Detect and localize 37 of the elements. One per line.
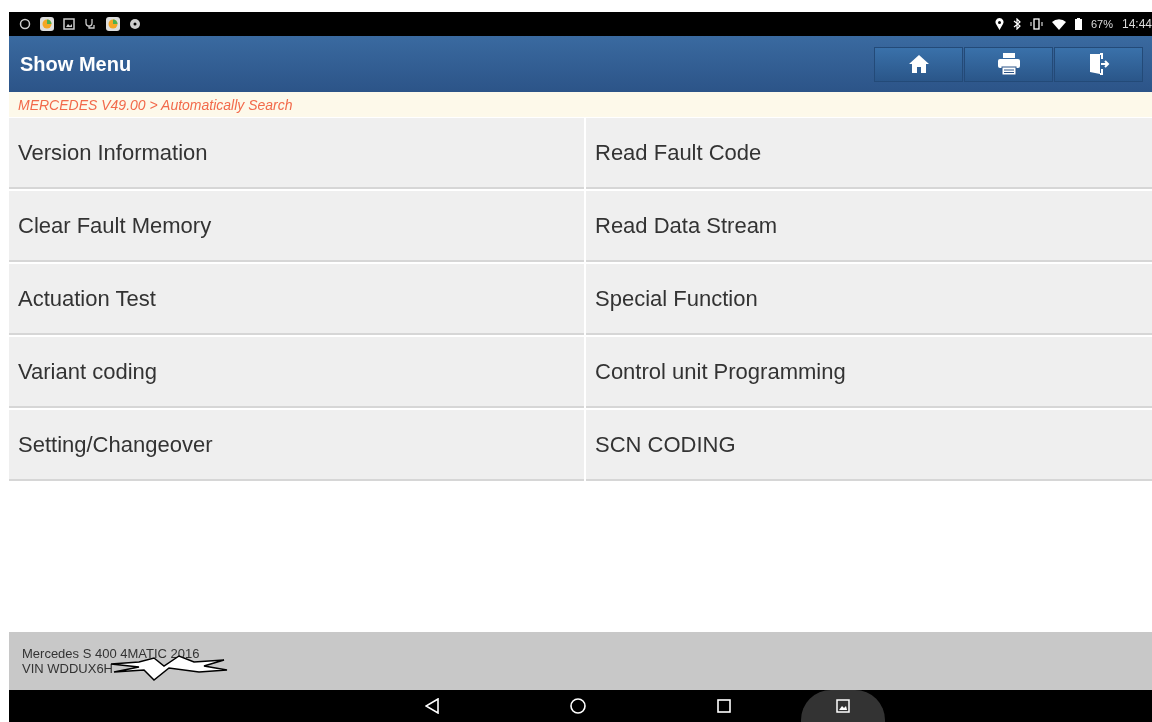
page-title: Show Menu xyxy=(20,52,132,76)
printer-icon xyxy=(997,53,1020,75)
recents-square-icon xyxy=(717,699,731,713)
battery-percentage: 67% xyxy=(1090,18,1113,30)
clock-time: 14:44 xyxy=(1121,17,1152,31)
battery-icon xyxy=(1074,18,1082,30)
home-circle-icon xyxy=(570,698,586,714)
menu-item[interactable]: Read Data Stream xyxy=(586,191,1152,262)
bluetooth-icon xyxy=(1012,18,1021,30)
home-icon xyxy=(908,55,929,73)
exit-button[interactable] xyxy=(1054,46,1143,82)
home-button[interactable] xyxy=(874,46,963,82)
exit-door-icon xyxy=(1087,53,1110,75)
back-triangle-icon xyxy=(425,698,439,714)
menu-item[interactable]: Version Information xyxy=(9,118,584,189)
breadcrumb: MERCEDES V49.00 > Automatically Search xyxy=(18,96,293,113)
location-icon xyxy=(994,18,1004,30)
vin-number: VIN WDDUX6H xyxy=(22,661,113,676)
print-button[interactable] xyxy=(964,46,1053,82)
stethoscope-icon xyxy=(84,18,97,30)
menu-item[interactable]: SCN CODING xyxy=(586,410,1152,481)
app-icon xyxy=(40,17,54,31)
menu-item[interactable]: Actuation Test xyxy=(9,264,584,335)
vibrate-icon xyxy=(1029,18,1043,30)
image-icon xyxy=(63,18,75,30)
disc-icon xyxy=(129,18,142,30)
menu-item[interactable]: Variant coding xyxy=(9,337,584,408)
menu-item[interactable]: Setting/Changeover xyxy=(9,410,584,481)
menu-item[interactable]: Special Function xyxy=(586,264,1152,335)
menu-item[interactable]: Clear Fault Memory xyxy=(9,191,584,262)
menu-item[interactable]: Read Fault Code xyxy=(586,118,1152,189)
menu-item[interactable]: Control unit Programming xyxy=(586,337,1152,408)
image-icon xyxy=(836,699,850,713)
notification-icon xyxy=(19,18,31,30)
wifi-icon xyxy=(1051,18,1066,30)
app-icon xyxy=(106,17,120,31)
screenshot-button[interactable] xyxy=(801,690,885,722)
